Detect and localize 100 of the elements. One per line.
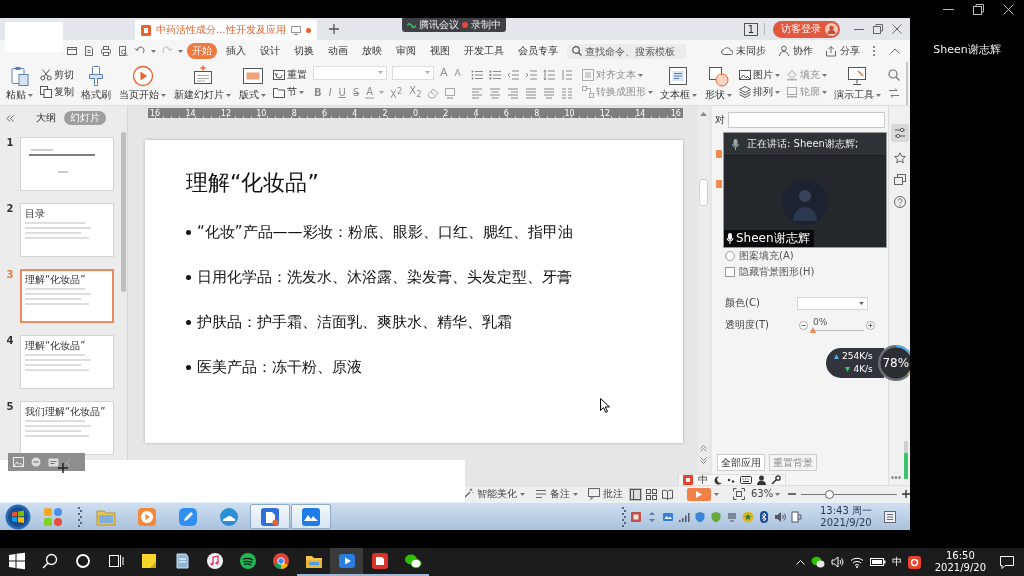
bluetooth-icon[interactable] [758,510,770,523]
close-icon[interactable] [892,24,902,34]
plus-icon[interactable] [328,24,339,34]
chevron-up-icon[interactable] [795,559,805,565]
print-preview-icon[interactable] [117,45,129,57]
box-underline-icon[interactable] [444,87,457,99]
restore-icon[interactable] [973,3,984,15]
start-orb-icon[interactable] [5,503,31,530]
slider-thumb[interactable] [825,489,835,499]
ribbon-button[interactable]: 剪切 [40,69,74,81]
star-badge-icon[interactable] [742,510,754,523]
view-button[interactable] [661,487,674,501]
search-field[interactable]: 查找命令、搜索模板 [567,43,686,59]
wrench-icon[interactable] [771,475,781,485]
toolbar-button[interactable]: 未同步 [721,44,766,58]
font-name-field[interactable] [313,65,387,80]
ribbon-button[interactable]: 文本框 [658,62,698,105]
ribbon-button[interactable]: 图片 [738,69,780,81]
view-tab[interactable]: 大纲 [30,111,62,125]
increase-icon[interactable] [866,320,875,330]
menu-tab[interactable]: 切换 [289,43,319,59]
input-mode-button[interactable]: 中 [698,475,708,485]
ribbon-button[interactable]: 演示工具 [832,62,882,105]
menu-tab[interactable]: 审阅 [391,43,421,59]
input-method-icon[interactable] [683,475,693,485]
slide-thumbnail[interactable]: 我们理解“化妆品” [20,401,114,455]
transparency-slider[interactable] [810,327,864,333]
color-dropdown[interactable] [797,296,868,310]
next-slide-icon[interactable] [700,457,707,464]
sliders-icon[interactable] [890,124,909,142]
ribbon-button[interactable]: 复制 [40,86,74,98]
cloud-app-icon[interactable] [662,510,674,523]
line-spacing-icon[interactable] [542,68,555,81]
person-icon[interactable] [757,475,766,485]
menu-tab[interactable]: 插入 [221,43,251,59]
signal-bars-icon[interactable] [678,510,690,523]
slide-thumbnail[interactable]: 理解“化妆品” [20,269,114,323]
computer-icon[interactable] [726,510,738,523]
more-icon[interactable] [872,45,876,57]
caption-icon[interactable] [48,457,59,467]
ribbon-button[interactable]: 节 [273,86,307,98]
decrease-icon[interactable] [799,320,808,330]
fit-window-icon[interactable] [732,488,745,500]
window-stack-icon[interactable] [893,174,906,186]
ribbon-button[interactable]: 重置 [273,69,307,81]
scrollbar-thumb[interactable] [121,132,126,292]
menu-tab[interactable]: 开发工具 [459,43,509,59]
document-icon[interactable] [83,45,95,57]
scrollbar[interactable] [905,62,908,105]
slide-thumbnail[interactable]: 目录 [20,203,114,257]
notes-button[interactable]: 备注 [535,488,578,500]
ribbon-button[interactable]: 格式刷 [80,62,112,105]
circle-minus-icon[interactable] [31,457,41,467]
speaker-icon[interactable] [774,510,786,523]
replace-icon[interactable] [887,86,900,99]
menu-tab[interactable]: 视图 [425,43,455,59]
moon-icon[interactable] [713,475,722,485]
ribbon-button[interactable]: 新建幻灯片 [173,62,232,105]
font-size-field[interactable] [392,65,434,80]
slide-thumbnail[interactable]: 理解“化妆品” [20,335,114,389]
zoom-out-icon[interactable] [788,490,797,498]
image-icon[interactable] [13,457,24,467]
toolbar-button[interactable]: 分享 [825,44,860,58]
bullet-list-icon[interactable] [470,68,483,81]
indent-decrease-icon[interactable] [506,68,519,81]
checkbox[interactable] [725,266,735,277]
zoom-dropdown[interactable]: 63% [750,488,781,500]
window-count-badge[interactable]: 1 [743,22,758,36]
wifi-icon[interactable] [849,556,864,568]
battery-icon[interactable] [869,557,886,567]
pane-button[interactable]: 全部应用 [717,454,765,471]
input-field[interactable] [728,112,885,128]
toolbar-button[interactable]: 协作 [778,44,813,58]
search-icon[interactable] [887,68,900,81]
menu-tab[interactable]: 动画 [323,43,353,59]
more-icon[interactable] [891,476,901,479]
window-icon[interactable] [66,45,78,57]
print-icon[interactable] [100,45,112,57]
radio-button[interactable] [725,250,735,261]
notification-icon[interactable] [1000,555,1014,569]
collapse-left-icon[interactable] [6,114,14,122]
view-button[interactable] [629,487,642,501]
ribbon-button[interactable]: 形状 [703,62,733,105]
slider-thumb[interactable] [810,327,816,333]
close-icon[interactable] [1003,3,1014,15]
menu-tab[interactable]: 会员专享 [513,43,563,59]
ribbon-button[interactable]: 排列 [738,86,780,98]
device-icon[interactable] [790,510,802,523]
previous-slide-icon[interactable] [700,445,707,452]
speaker-icon[interactable] [830,556,844,568]
login-button[interactable]: 访客登录 [773,20,840,38]
zoom-in-icon[interactable] [902,490,910,498]
ribbon-button[interactable]: 版式 [238,62,267,105]
menu-tab[interactable]: 设计 [255,43,285,59]
star-icon[interactable] [893,152,906,164]
square-tile-icon[interactable] [630,510,642,523]
scroll-up-icon[interactable] [700,112,707,116]
document-tab[interactable]: 中药活性成分...性开发及应用 [135,20,317,40]
punctuation-icon[interactable] [727,476,735,484]
scrollbar[interactable] [698,106,709,472]
